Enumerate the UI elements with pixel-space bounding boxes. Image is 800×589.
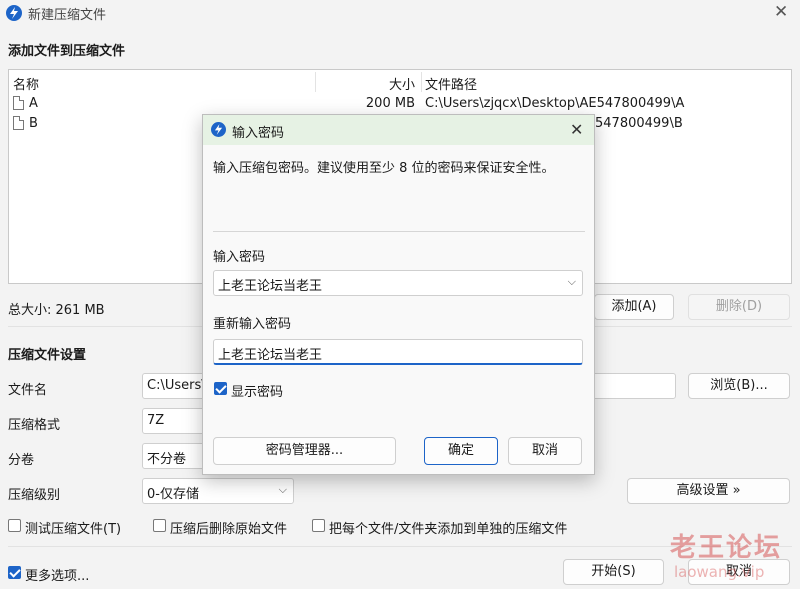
ok-button[interactable]: 确定 [424, 437, 498, 465]
filename-label: 文件名 [8, 383, 48, 398]
dialog-cancel-button[interactable]: 取消 [508, 437, 582, 465]
file-path: 547800499\B [595, 116, 683, 131]
app-logo-icon [6, 5, 22, 21]
column-divider[interactable] [421, 72, 422, 92]
split-label: 分卷 [8, 453, 35, 468]
more-options-label[interactable]: 更多选项... [25, 565, 89, 584]
start-button[interactable]: 开始(S) [563, 559, 664, 585]
chevron-down-icon[interactable]: ⌵ [568, 275, 576, 289]
file-name: B [29, 116, 38, 131]
separate-archives-label[interactable]: 把每个文件/文件夹添加到单独的压缩文件 [329, 518, 567, 537]
file-icon [13, 96, 24, 110]
title-bar: 新建压缩文件 ✕ [0, 0, 800, 26]
file-icon [13, 116, 24, 130]
show-password-label[interactable]: 显示密码 [231, 381, 283, 400]
password-value: 上老王论坛当老王 [218, 279, 323, 294]
settings-heading: 压缩文件设置 [8, 348, 87, 363]
level-label: 压缩级别 [8, 488, 61, 503]
separate-archives-checkbox[interactable] [312, 519, 325, 532]
watermark-text: 老王论坛 [670, 533, 783, 563]
password-input[interactable]: 上老王论坛当老王 ⌵ [213, 270, 583, 296]
show-password-checkbox[interactable] [214, 382, 227, 395]
format-label: 压缩格式 [8, 418, 61, 433]
chevron-down-icon: ⌵ [278, 483, 287, 496]
delete-after-checkbox[interactable] [153, 519, 166, 532]
format-value: 7Z [147, 413, 165, 428]
test-archive-checkbox[interactable] [8, 519, 21, 532]
password-dialog: 输入密码 ✕ 输入压缩包密码。建议使用至少 8 位的密码来保证安全性。 输入密码… [202, 114, 595, 475]
window-close-icon[interactable]: ✕ [774, 2, 788, 22]
delete-after-label[interactable]: 压缩后删除原始文件 [170, 518, 287, 537]
split-value: 不分卷 [147, 452, 187, 467]
confirm-password-input[interactable]: 上老王论坛当老王 [213, 339, 583, 365]
file-row-a[interactable]: A 200 MB C:\Users\zjqcx\Desktop\AE547800… [9, 94, 791, 114]
level-value: 0-仅存储 [147, 487, 199, 502]
column-header-name[interactable]: 名称 [13, 74, 39, 93]
browse-button[interactable]: 浏览(B)... [688, 373, 790, 399]
file-name: A [29, 96, 38, 111]
confirm-password-value: 上老王论坛当老王 [218, 348, 323, 363]
add-button[interactable]: 添加(A) [594, 294, 674, 320]
password-manager-button[interactable]: 密码管理器... [213, 437, 396, 465]
confirm-password-label: 重新输入密码 [213, 317, 292, 332]
file-path: C:\Users\zjqcx\Desktop\AE547800499\A [425, 96, 685, 111]
divider [213, 231, 585, 232]
dialog-title-bar: 输入密码 ✕ [203, 115, 594, 145]
app-logo-icon [211, 122, 226, 137]
total-size: 总大小: 261 MB [8, 303, 105, 318]
add-files-heading: 添加文件到压缩文件 [8, 44, 126, 59]
password-label: 输入密码 [213, 250, 266, 265]
column-header-size[interactable]: 大小 [389, 74, 415, 93]
level-select[interactable]: 0-仅存储 ⌵ [142, 478, 294, 504]
delete-button[interactable]: 删除(D) [688, 294, 790, 320]
window-title: 新建压缩文件 [28, 8, 107, 23]
column-header-path[interactable]: 文件路径 [425, 74, 477, 93]
advanced-settings-button[interactable]: 高级设置 » [627, 478, 790, 504]
column-divider[interactable] [315, 72, 316, 92]
dialog-description: 输入压缩包密码。建议使用至少 8 位的密码来保证安全性。 [213, 161, 555, 176]
file-size: 200 MB [365, 96, 415, 111]
dialog-body: 输入压缩包密码。建议使用至少 8 位的密码来保证安全性。 输入密码 上老王论坛当… [203, 145, 594, 474]
watermark-url: laowang.vip [674, 563, 765, 581]
test-archive-label[interactable]: 测试压缩文件(T) [25, 518, 121, 537]
more-options-checkbox[interactable] [8, 566, 21, 579]
dialog-close-icon[interactable]: ✕ [570, 120, 583, 139]
dialog-title: 输入密码 [232, 126, 285, 141]
